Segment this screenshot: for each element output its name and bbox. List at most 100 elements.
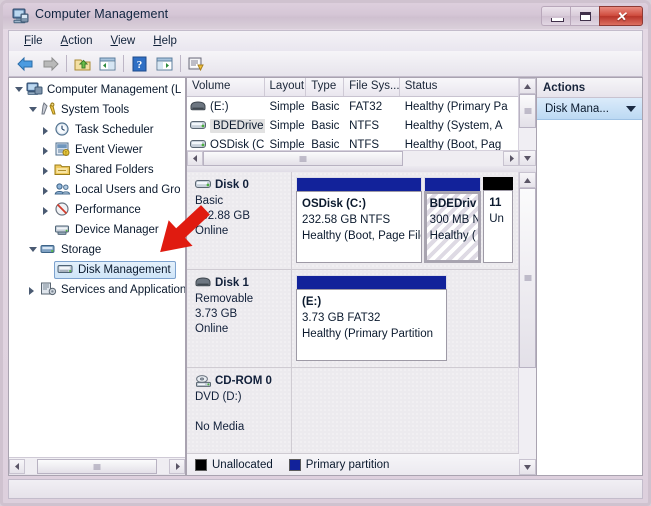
volume-hscroll-track[interactable]: [403, 151, 503, 166]
actions-pane: Actions Disk Mana...: [537, 77, 643, 476]
expand-triangle-icon[interactable]: [41, 165, 52, 176]
partition[interactable]: (E:) 3.73 GB FAT32 Healthy (Primary Partit…: [296, 275, 448, 361]
volume-row[interactable]: BDEDrive Simple Basic NTFS Healthy (System, …: [187, 116, 519, 135]
partition[interactable]: BDEDriv 300 MB N Healthy (: [423, 177, 482, 263]
tree-item-task-scheduler[interactable]: Task Scheduler: [9, 120, 185, 140]
tree-item-performance[interactable]: Performance: [9, 200, 185, 220]
volume-column-header[interactable]: File Sys...: [344, 78, 400, 96]
menu-help[interactable]: Help: [144, 33, 186, 49]
tree-item-content: Performance: [54, 202, 141, 218]
actions-item-disk-management[interactable]: Disk Mana...: [537, 98, 642, 120]
volume-horizontal-scrollbar[interactable]: [187, 150, 519, 166]
expand-triangle-icon[interactable]: [41, 185, 52, 196]
graphic-scroll-down-arrow[interactable]: [519, 459, 536, 475]
collapse-triangle-icon[interactable]: [13, 85, 24, 96]
legend-label: Unallocated: [212, 458, 273, 471]
grip-icon: [299, 155, 307, 162]
help-icon[interactable]: ?: [127, 53, 152, 75]
volume-scroll-down-arrow[interactable]: [519, 150, 536, 166]
minimize-button[interactable]: [541, 6, 570, 26]
toolbar-separator: [180, 55, 181, 72]
menu-action[interactable]: Action: [52, 33, 102, 49]
hard-disk-icon: [195, 178, 213, 192]
close-button[interactable]: ✕: [599, 6, 643, 26]
tree-item-local-users-and-gro[interactable]: Local Users and Gro: [9, 180, 185, 200]
expand-triangle-icon[interactable]: [41, 205, 52, 216]
tree-scroll-track-left[interactable]: [25, 459, 37, 474]
console-tree-pane: Computer Management (L System Tools Task…: [8, 77, 186, 476]
volume-scroll-right-arrow[interactable]: [503, 151, 519, 166]
tree-item-event-viewer[interactable]: ! Event Viewer: [9, 140, 185, 160]
volume-scroll-left-arrow[interactable]: [187, 151, 203, 166]
volume-vertical-scrollbar[interactable]: [518, 78, 536, 166]
menu-file[interactable]: File: [15, 33, 52, 49]
disk-info[interactable]: Disk 1 Removable 3.73 GB Online: [187, 270, 292, 367]
tree-item-content: Task Scheduler: [54, 122, 154, 138]
partition-body[interactable]: BDEDriv 300 MB N Healthy (: [423, 191, 482, 263]
up-folder-icon[interactable]: [70, 53, 95, 75]
volume-column-header[interactable]: Volume: [187, 78, 265, 96]
volume-scroll-thumb[interactable]: [519, 94, 536, 128]
refresh-icon[interactable]: [184, 53, 209, 75]
graphic-vertical-scrollbar[interactable]: [518, 172, 536, 475]
partition-status: Healthy (Boot, Page File: [302, 230, 422, 242]
graphic-scroll-track[interactable]: [519, 368, 536, 459]
back-icon[interactable]: [13, 53, 38, 75]
expand-triangle-icon[interactable]: [41, 145, 52, 156]
menu-view[interactable]: View: [102, 33, 145, 49]
services-icon: [40, 282, 57, 298]
partition[interactable]: 11 Un: [483, 177, 513, 263]
tree-item-system-tools[interactable]: System Tools: [9, 100, 185, 120]
tree-scroll-track-right[interactable]: [157, 459, 169, 474]
scroll-left-arrow[interactable]: [9, 459, 25, 474]
tree-scroll-thumb[interactable]: [37, 459, 157, 474]
partition-label: OSDisk (C:): [302, 198, 366, 210]
computer-management-window: Computer Management ✕ File Action View H…: [0, 0, 651, 506]
tree-item-device-manager[interactable]: Device Manager: [9, 220, 185, 240]
tree-item-shared-folders[interactable]: Shared Folders: [9, 160, 185, 180]
properties-icon[interactable]: [152, 53, 177, 75]
partition-body[interactable]: OSDisk (C:) 232.58 GB NTFS Healthy (Boot, …: [296, 191, 422, 263]
volume-column-header[interactable]: Layout: [265, 78, 307, 96]
volume-hscroll-thumb[interactable]: [203, 151, 403, 166]
tree-item-computer-management-l[interactable]: Computer Management (L: [9, 80, 185, 100]
scroll-right-arrow[interactable]: [169, 459, 185, 474]
tree-horizontal-scrollbar[interactable]: [9, 457, 185, 475]
volume-scroll-up-arrow[interactable]: [519, 78, 536, 94]
tree-item-content: Local Users and Gro: [54, 182, 180, 198]
partition-body[interactable]: (E:) 3.73 GB FAT32 Healthy (Primary Partit…: [296, 289, 448, 361]
tree-item-disk-management[interactable]: Disk Management: [9, 260, 185, 280]
volume-name-label: BDEDrive: [210, 118, 265, 133]
graphic-scroll-thumb[interactable]: [519, 188, 536, 368]
partition-size: 3.73 GB FAT32: [302, 312, 381, 324]
expand-triangle-icon[interactable]: [41, 125, 52, 136]
tree-item-storage[interactable]: Storage: [9, 240, 185, 260]
disk-info[interactable]: Disk 0 Basic 232.88 GB Online: [187, 172, 292, 269]
collapse-triangle-icon[interactable]: [27, 245, 38, 256]
volume-scroll-track[interactable]: [519, 128, 536, 150]
chevron-down-icon[interactable]: [626, 105, 636, 112]
grip-icon: [524, 108, 531, 115]
forward-icon[interactable]: [38, 53, 63, 75]
volume-column-header[interactable]: Type: [306, 78, 345, 96]
tree-item-services-and-application[interactable]: Services and Application: [9, 280, 185, 300]
partition-status: Healthy (: [429, 230, 476, 242]
volume-column-header[interactable]: Status: [400, 78, 520, 96]
graphic-scroll-up-arrow[interactable]: [519, 172, 536, 188]
legend-label: Primary partition: [305, 458, 390, 471]
volume-cell-status: Healthy (System, A: [404, 119, 503, 132]
show-console-tree-icon[interactable]: [95, 53, 120, 75]
disk-title: CD-ROM 0: [195, 374, 291, 388]
collapse-triangle-icon[interactable]: [27, 105, 38, 116]
expand-triangle-icon[interactable]: [27, 285, 38, 296]
shared-folders-icon: [54, 162, 71, 178]
partition-body[interactable]: 11 Un: [483, 190, 513, 263]
grip-icon: [524, 275, 531, 282]
partition[interactable]: OSDisk (C:) 232.58 GB NTFS Healthy (Boot, …: [296, 177, 422, 263]
volume-row[interactable]: (E:) Simple Basic FAT32 Healthy (Primary Pa: [187, 97, 519, 116]
tree-item-content: System Tools: [40, 101, 129, 118]
disk-info[interactable]: CD-ROM 0 DVD (D:) No Media: [187, 368, 292, 453]
partition-size: 300 MB N: [429, 214, 481, 226]
maximize-button[interactable]: [570, 6, 599, 26]
